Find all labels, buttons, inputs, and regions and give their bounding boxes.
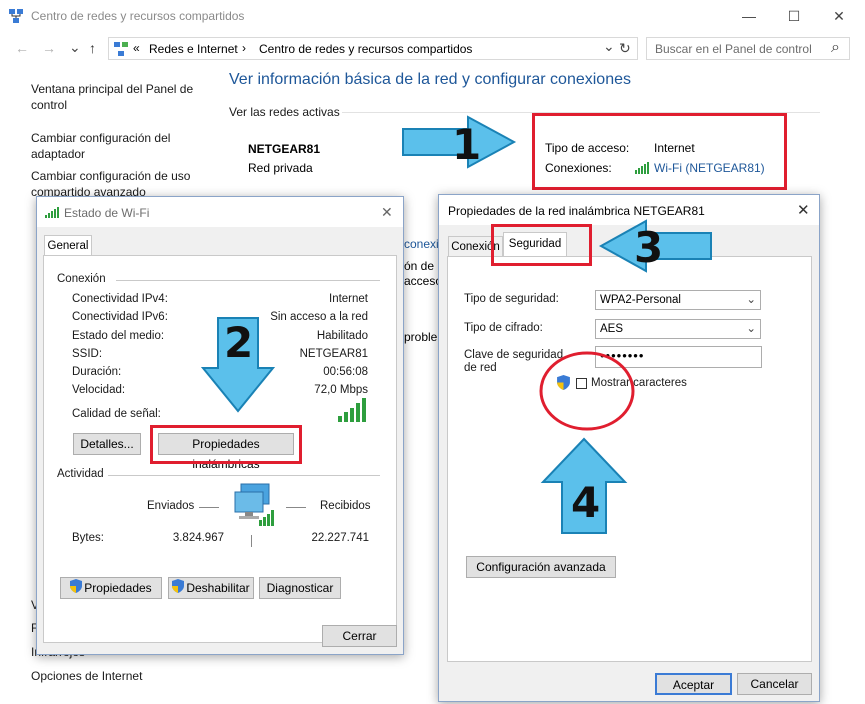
highlight-box-wireless-props	[150, 425, 302, 464]
partial-text-4: proble	[404, 330, 438, 344]
divider	[251, 535, 252, 547]
chevron-down-icon: ⌄	[746, 294, 756, 306]
divider	[116, 280, 380, 281]
highlight-circle-show-characters	[537, 349, 637, 436]
refresh-icon[interactable]: ↻	[619, 40, 631, 57]
breadcrumb-item-centro[interactable]: Centro de redes y recursos compartidos	[259, 42, 472, 56]
security-type-label: Tipo de seguridad:	[464, 293, 559, 305]
partial-text-2: ón de l	[404, 259, 441, 273]
tab-panel: Tipo de seguridad: WPA2-Personal ⌄ Tipo …	[447, 256, 812, 662]
annotation-number-1: 1	[452, 120, 482, 169]
partial-text-1: conexi	[404, 237, 439, 251]
network-center-icon	[8, 8, 24, 24]
search-input[interactable]: Buscar en el Panel de control	[655, 42, 812, 56]
breadcrumb-item-redes[interactable]: Redes e Internet	[149, 42, 238, 56]
network-type[interactable]: Red privada	[248, 161, 313, 175]
sent-label: Enviados	[147, 500, 195, 512]
disable-label: Deshabilitar	[186, 581, 250, 595]
wifi-signal-icon	[45, 207, 60, 221]
activity-heading: Actividad	[57, 468, 104, 480]
network-computer-icon	[231, 482, 279, 531]
annotation-number-2: 2	[224, 318, 254, 367]
ssid-label: SSID:	[72, 348, 103, 360]
bytes-sent-value: 3.824.967	[172, 532, 224, 544]
shield-icon	[70, 578, 83, 599]
highlight-box-security-tab	[491, 224, 592, 266]
speed-label: Velocidad:	[72, 384, 126, 396]
disable-button[interactable]: Deshabilitar	[168, 577, 254, 599]
forward-button[interactable]: →	[42, 40, 56, 56]
details-button[interactable]: Detalles...	[73, 433, 141, 455]
ipv4-label: Conectividad IPv4:	[72, 293, 168, 305]
dialog-title: Propiedades de la red inalámbrica NETGEA…	[448, 204, 705, 218]
signal-bars-icon	[338, 398, 368, 425]
bytes-received-value: 22.227.741	[311, 532, 369, 544]
sidebar-item-internet-options[interactable]: Opciones de Internet	[31, 668, 142, 684]
properties-button[interactable]: Propiedades	[60, 577, 162, 599]
encryption-select[interactable]: AES ⌄	[595, 319, 761, 339]
properties-label: Propiedades	[84, 581, 152, 595]
sidebar-item-adapter[interactable]: Cambiar configuración del adaptador	[31, 130, 201, 162]
ipv6-label: Conectividad IPv6:	[72, 311, 168, 323]
partial-text-3: acceso	[404, 274, 443, 288]
minimize-button[interactable]: —	[739, 6, 759, 26]
diagnose-button[interactable]: Diagnosticar	[259, 577, 341, 599]
search-icon[interactable]: ⌕	[831, 39, 840, 57]
highlight-box-connection	[532, 113, 787, 190]
media-state-label: Estado del medio:	[72, 330, 165, 342]
divider	[199, 507, 219, 508]
advanced-settings-button[interactable]: Configuración avanzada	[466, 556, 616, 578]
address-bar[interactable]: « Redes e Internet › Centro de redes y r…	[108, 37, 638, 60]
connection-heading: Conexión	[57, 273, 106, 285]
encryption-value: AES	[600, 323, 624, 335]
signal-quality-label: Calidad de señal:	[72, 408, 161, 420]
breadcrumb-separator: ›	[242, 41, 246, 55]
security-type-select[interactable]: WPA2-Personal ⌄	[595, 290, 761, 310]
back-button[interactable]: ←	[15, 40, 29, 56]
chevron-down-icon[interactable]: ⌄	[69, 39, 81, 56]
ipv4-value: Internet	[329, 293, 368, 305]
accept-button[interactable]: Aceptar	[655, 673, 732, 695]
annotation-number-4: 4	[571, 478, 601, 527]
control-panel-icon	[113, 41, 129, 60]
chevron-down-icon: ⌄	[746, 323, 756, 335]
divider	[286, 507, 306, 508]
address-dropdown-icon[interactable]: ⌄	[603, 38, 615, 55]
encryption-label: Tipo de cifrado:	[464, 322, 543, 334]
window-titlebar: Centro de redes y recursos compartidos —…	[0, 0, 865, 32]
divider	[108, 475, 380, 476]
network-name: NETGEAR81	[248, 142, 321, 156]
bytes-label: Bytes:	[72, 532, 104, 544]
sidebar-item-home[interactable]: Ventana principal del Panel de control	[31, 81, 206, 113]
close-dialog-button[interactable]: Cerrar	[322, 625, 397, 647]
up-button[interactable]: ↑	[89, 40, 96, 56]
duration-label: Duración:	[72, 366, 122, 378]
dialog-titlebar: Estado de Wi-Fi ✕	[37, 197, 403, 227]
dialog-title: Estado de Wi-Fi	[64, 206, 150, 220]
tab-general[interactable]: General	[44, 235, 92, 256]
breadcrumb-prefix: «	[133, 41, 140, 55]
cancel-button[interactable]: Cancelar	[737, 673, 812, 695]
security-type-value: WPA2-Personal	[600, 294, 681, 306]
page-title: Ver información básica de la red y confi…	[229, 71, 631, 88]
close-icon[interactable]: ✕	[797, 201, 810, 219]
close-button[interactable]: ✕	[829, 6, 849, 26]
maximize-button[interactable]: ☐	[784, 6, 804, 26]
annotation-number-3: 3	[634, 223, 664, 272]
window-title: Centro de redes y recursos compartidos	[31, 9, 245, 23]
shield-icon	[172, 578, 185, 599]
close-icon[interactable]: ✕	[381, 204, 393, 221]
search-box[interactable]: Buscar en el Panel de control ⌕	[646, 37, 850, 60]
received-label: Recibidos	[320, 500, 371, 512]
active-networks-heading: Ver las redes activas	[229, 105, 340, 119]
